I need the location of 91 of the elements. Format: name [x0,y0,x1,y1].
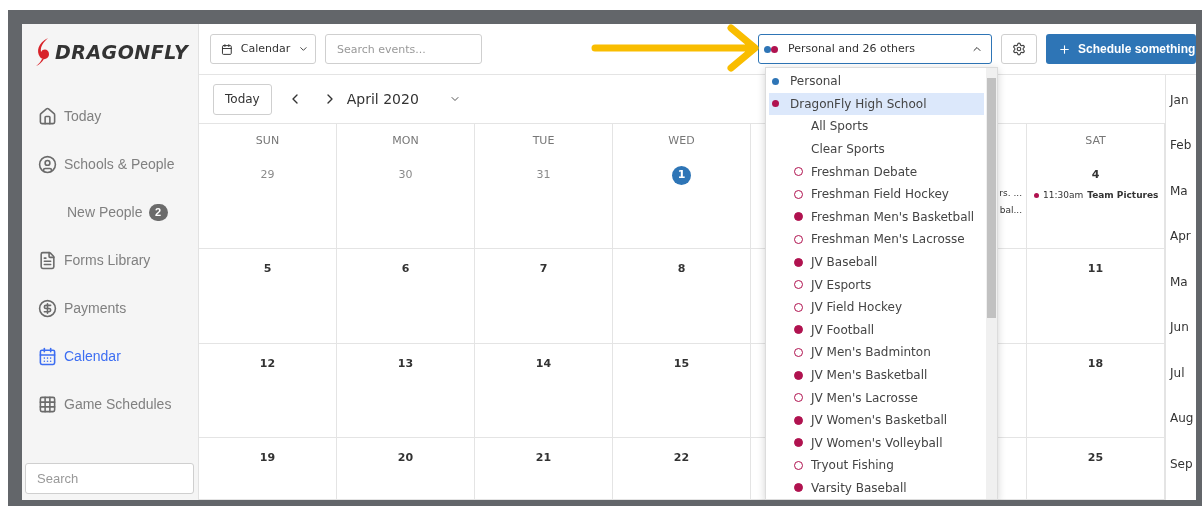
sport-option[interactable]: JV Esports [769,273,984,296]
date-number[interactable]: 7 [539,260,548,279]
sport-option[interactable]: JV Baseball [769,250,984,274]
event-item[interactable]: 11:30am Team Pictures [1034,188,1164,202]
calendar-option[interactable]: Personal [769,70,984,93]
weekday-label: WED [668,133,695,149]
view-select[interactable]: Calendar [210,34,316,64]
date-number[interactable]: 25 [1087,449,1104,468]
date-number[interactable]: 20 [397,449,414,468]
month-label[interactable]: Apr [1170,227,1196,273]
today-button[interactable]: Today [213,83,272,115]
day-cell[interactable]: 8 [613,249,751,344]
nav-item[interactable]: Schools & People [22,140,198,188]
date-number[interactable]: 8 [677,260,686,279]
date-number[interactable]: 13 [397,355,414,374]
month-label[interactable]: Jan [1170,91,1196,137]
date-number[interactable]: 14 [535,355,552,374]
day-cell[interactable]: 20 [337,438,475,500]
sport-option[interactable]: Varsity Baseball [769,476,984,499]
day-cell[interactable]: 22 [613,438,751,500]
sport-option[interactable]: Freshman Men's Lacrosse [769,228,984,251]
logo-text: DRAGONFLY [55,39,189,65]
month-label[interactable]: Ma [1170,272,1196,319]
sport-option[interactable]: JV Field Hockey [769,295,984,319]
nav-item[interactable]: Game Schedules [22,380,198,428]
date-number[interactable]: 19 [259,449,276,468]
nav-item[interactable]: Calendar [22,332,198,380]
day-cell[interactable]: 11 [1027,249,1165,344]
nav-item[interactable]: New People 2 [22,188,198,236]
day-cell[interactable]: TUE 31 [475,124,613,249]
date-number[interactable]: 29 [260,165,275,185]
date-number[interactable]: 30 [398,165,413,185]
weekday-label: MON [392,133,419,149]
day-cell[interactable]: 12 [199,344,337,438]
date-number[interactable]: 5 [263,260,272,279]
month-label[interactable]: Jun [1170,318,1196,364]
day-cell[interactable]: MON 30 [337,124,475,249]
sport-option[interactable]: JV Men's Badminton [769,341,984,364]
sport-option[interactable]: JV Women's Volleyball [769,431,984,455]
weekday-label: SUN [255,133,280,149]
day-cell[interactable]: SAT 4 11:30am Team Pictures [1027,124,1165,249]
day-cell[interactable]: 13 [337,344,475,438]
event-item[interactable]: rs. ... [999,187,1022,201]
month-label[interactable]: Aug [1170,409,1196,455]
day-cell[interactable]: 21 [475,438,613,500]
sport-option[interactable]: JV Men's Lacrosse [769,386,984,409]
day-cell[interactable]: SUN 29 [199,124,337,249]
sport-option[interactable]: JV Football [769,318,984,342]
date-number[interactable]: 22 [673,449,690,468]
menu-option[interactable]: All Sports [769,115,984,138]
date-number[interactable]: 21 [535,449,552,468]
today-date[interactable]: 1 [672,165,691,185]
date-number[interactable]: 15 [673,355,690,374]
nav-item[interactable]: Forms Library [22,236,198,284]
sport-option[interactable]: JV Men's Basketball [769,363,984,387]
day-cell[interactable]: 15 [613,344,751,438]
day-cell[interactable]: 5 [199,249,337,344]
weekday-label: SAT [1085,133,1106,149]
event-item[interactable]: bal... [999,203,1022,217]
day-cell[interactable]: 6 [337,249,475,344]
day-cell[interactable]: WED 1 [613,124,751,249]
nav-item[interactable]: Today [22,92,198,140]
month-label[interactable]: Feb [1170,136,1196,182]
day-cell[interactable]: 7 [475,249,613,344]
month-label[interactable]: Ma [1170,181,1196,228]
sport-option[interactable]: Tryout Fishing [769,454,984,477]
date-number[interactable]: 12 [259,355,276,374]
sport-option[interactable]: JV Women's Basketball [769,408,984,432]
weekday-label: TUE [532,133,555,149]
sport-option[interactable]: Freshman Men's Basketball [769,205,984,229]
day-cell[interactable]: 25 [1027,438,1165,500]
sport-option[interactable]: Freshman Debate [769,160,984,183]
month-title: April 2020 [346,89,419,109]
calendars-select[interactable]: Personal and 26 others [758,34,992,64]
month-label[interactable]: Sep [1170,454,1196,500]
date-number[interactable]: 18 [1087,355,1104,374]
calendar-option[interactable]: DragonFly High School [769,92,984,116]
day-cell[interactable]: 14 [475,344,613,438]
count-badge: 2 [148,203,168,221]
date-number[interactable]: 4 [1091,165,1100,185]
search-field[interactable]: Search [25,463,194,494]
sport-option[interactable]: Freshman Field Hockey [769,182,984,206]
search-field[interactable]: Search events... [325,34,482,64]
menu-option[interactable]: Clear Sports [769,137,984,161]
day-cell[interactable]: 19 [199,438,337,500]
date-number[interactable]: 6 [401,260,410,279]
date-number[interactable]: 11 [1087,260,1104,279]
day-cell[interactable]: 18 [1027,344,1165,438]
nav-item[interactable]: Payments [22,284,198,332]
schedule-button[interactable]: Schedule something [1046,34,1196,64]
month-label[interactable]: Jul [1170,363,1196,410]
